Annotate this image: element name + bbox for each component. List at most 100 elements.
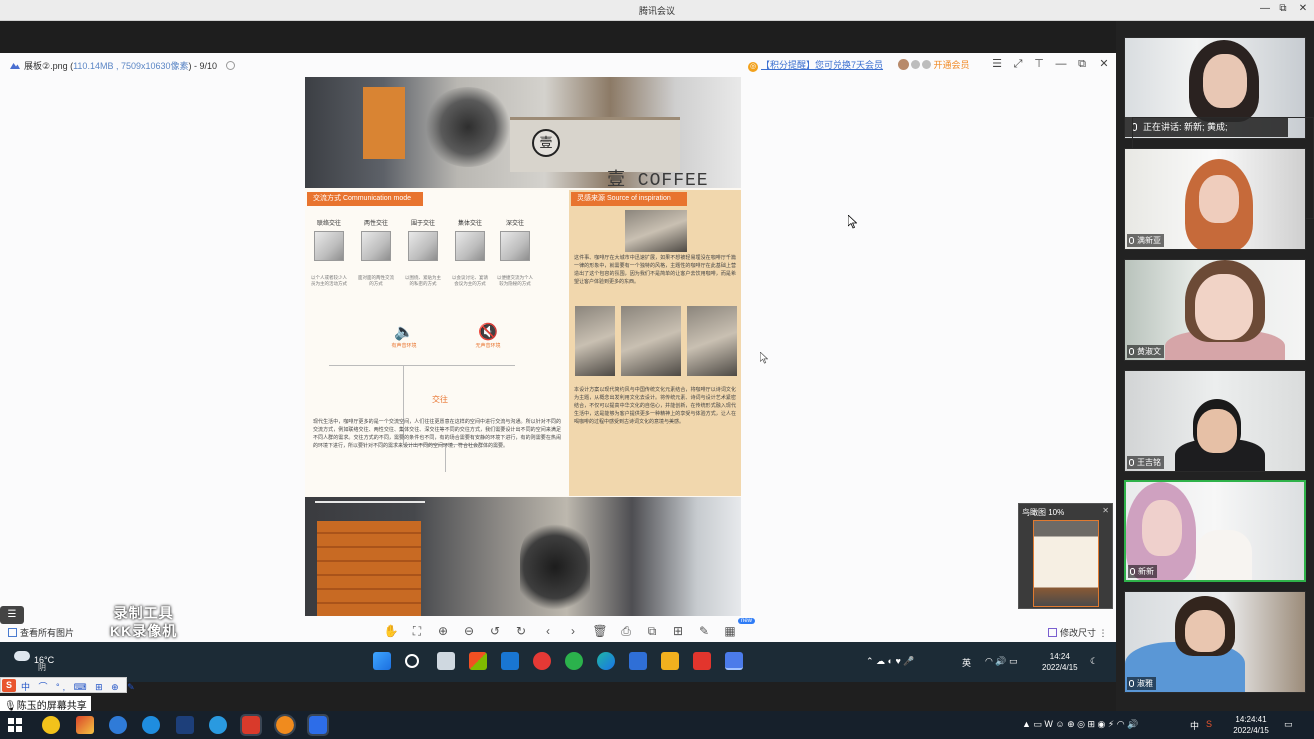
watermark-line2: KK录像机 — [110, 623, 178, 639]
viewer-minimize-button[interactable]: — — [1054, 57, 1068, 71]
zoom-in-icon[interactable]: ⊕ — [435, 623, 451, 639]
zoom-out-icon[interactable]: ⊖ — [461, 623, 477, 639]
notification-icon[interactable]: ▭ — [1284, 719, 1293, 730]
host-ime-indicator[interactable]: 中 — [1190, 719, 1199, 732]
moon-icon[interactable]: ☾ — [1090, 656, 1098, 667]
inspiration-tag: 灵感来源 Source of inspiration — [571, 192, 687, 206]
app-icon[interactable] — [76, 716, 94, 734]
qq-icon[interactable] — [42, 716, 60, 734]
previous-icon[interactable]: ‹ — [540, 623, 556, 639]
inspiration-section: 灵感来源 Source of inspiration 这件事、咖啡厅在大城市中迅… — [569, 190, 741, 496]
fullscreen-icon[interactable]: ⤢ — [1011, 57, 1025, 71]
video-face — [1197, 409, 1237, 453]
mode-label: 深交往 — [505, 221, 524, 227]
mode-item: 深交往以便捷交流为个人较为隐秘的方式 — [495, 218, 535, 287]
tencent-meeting-icon[interactable] — [307, 714, 329, 736]
mode-desc: 以便捷交流为个人较为隐秘的方式 — [497, 275, 533, 286]
menu-icon[interactable]: ☰ — [990, 57, 1004, 71]
folder-icon[interactable] — [661, 652, 679, 670]
tray-icons[interactable]: ⌃ ☁ ◐ ♥ 🎤 — [866, 656, 915, 667]
mode-desc: 面对面的两性交流的方式 — [358, 275, 394, 286]
video-tile[interactable]: 满新亚 — [1124, 148, 1306, 250]
hand-tool-icon[interactable]: ✋ — [383, 623, 399, 639]
screen-root: 腾讯会议 — ⧉ ✕ 展板②.png (110.14MB , 7509x1063… — [0, 0, 1314, 739]
crop-icon[interactable]: ⛶ — [409, 623, 425, 639]
video-tile[interactable]: 淑雅 — [1124, 591, 1306, 693]
print-icon[interactable]: ⎙ — [618, 623, 634, 639]
thumbnail-close-icon[interactable]: ✕ — [1102, 506, 1109, 515]
ime-indicator[interactable]: 英 — [962, 656, 971, 669]
network-volume-icons[interactable]: ◠ 🔊 ▭ — [985, 656, 1018, 667]
shared-date: 2022/4/15 — [1042, 663, 1078, 672]
wps-icon[interactable] — [240, 714, 262, 736]
image-viewer-app-icon[interactable] — [725, 652, 743, 670]
video-tile[interactable]: 黄淑文 — [1124, 259, 1306, 361]
status-dot-icon — [922, 60, 931, 69]
rotate-right-icon[interactable]: ↻ — [513, 623, 529, 639]
host-sogou-icon[interactable]: S — [1206, 719, 1212, 729]
host-clock[interactable]: 14:24:41 2022/4/15 — [1226, 714, 1276, 736]
delete-icon[interactable]: 🗑 — [592, 623, 608, 639]
start-icon[interactable] — [373, 652, 391, 670]
wechat-icon[interactable] — [565, 652, 583, 670]
store-icon[interactable] — [469, 652, 487, 670]
recorder-icon[interactable] — [274, 714, 296, 736]
shared-clock[interactable]: 14:24 2022/4/15 — [1042, 651, 1078, 673]
sogou-browser-icon[interactable] — [109, 716, 127, 734]
ime-toolbar[interactable]: S 中 ⌒ °, ⌨ ⊞ ⊕ ✎ — [0, 677, 135, 693]
mic-icon — [1129, 348, 1134, 355]
coffee-logo: 壹 — [532, 129, 560, 157]
see-all-images-button[interactable]: 查看所有图片 — [8, 626, 74, 639]
participant-name: 淑雅 — [1127, 677, 1156, 690]
edit-icon[interactable]: ✎ — [696, 623, 712, 639]
coffee-sign: 壹 COFFEE — [607, 171, 709, 191]
ime-items: 中 ⌒ °, ⌨ ⊞ ⊕ ✎ — [21, 682, 138, 692]
ceiling-rings — [315, 501, 425, 515]
viewer-close-button[interactable]: ✕ — [1097, 57, 1111, 71]
meeting-title: 腾讯会议 — [638, 6, 675, 16]
restore-button[interactable]: ⧉ — [1276, 3, 1290, 14]
viewer-maximize-button[interactable]: ⧉ — [1075, 57, 1089, 71]
rotate-left-icon[interactable]: ↺ — [487, 623, 503, 639]
pin-icon[interactable]: ⊤ — [1032, 57, 1046, 71]
room-cube-icon — [500, 231, 530, 261]
new-badge: new — [738, 618, 756, 624]
r-app-icon[interactable] — [176, 716, 194, 734]
windows-start-icon[interactable] — [8, 718, 22, 732]
next-icon[interactable]: › — [565, 623, 581, 639]
watermark-line1: 录制工具 — [113, 605, 174, 621]
jiaowang-label: 交往 — [432, 395, 448, 404]
thumbnail-navigator[interactable]: 鸟瞰图 10% ✕ — [1018, 503, 1113, 609]
task-view-icon[interactable] — [437, 652, 455, 670]
mic-icon — [1129, 237, 1134, 244]
speaker-label: 无声音环境 — [475, 343, 501, 349]
mail-icon[interactable] — [501, 652, 519, 670]
close-button[interactable]: ✕ — [1296, 3, 1310, 14]
resize-button[interactable]: 修改尺寸 ⋮ — [1048, 626, 1108, 639]
apps-icon[interactable]: ▦ — [722, 623, 738, 639]
ie-icon[interactable] — [142, 716, 160, 734]
points-promo-link[interactable]: ◎ 【积分提醒】您可兑换7天会员 — [748, 58, 883, 72]
add-icon[interactable] — [225, 61, 235, 70]
video-tile[interactable]: 王吉铭 — [1124, 370, 1306, 472]
vip-button[interactable]: 开通会员 — [898, 58, 970, 71]
thumbnail-image[interactable] — [1033, 520, 1099, 607]
host-tray-icons[interactable]: ▲ ▭ W ☺ ⊕ ◎ ⊞ ◉ ⚡ ◠ 🔊 — [1022, 719, 1138, 730]
resize-icon — [1048, 628, 1057, 637]
video-tile-active-speaker[interactable]: 新新 — [1124, 480, 1306, 582]
speaking-indicator: 正在讲话: 新新; 黄成; — [1124, 117, 1314, 219]
interior-photo-bottom — [305, 497, 741, 616]
inspiration-photo — [575, 306, 615, 376]
ie-icon[interactable] — [209, 716, 227, 734]
photos-icon[interactable] — [629, 652, 647, 670]
file-info: 110.14MB , 7509x10630像素 — [73, 61, 189, 71]
netease-music-icon[interactable] — [533, 652, 551, 670]
minimize-button[interactable]: — — [1258, 3, 1272, 14]
weather-widget[interactable]: 16°C 阴 — [14, 651, 54, 672]
wps-icon[interactable] — [693, 652, 711, 670]
copy-icon[interactable]: ⧉ — [644, 623, 660, 639]
edge-icon[interactable] — [597, 652, 615, 670]
search-icon[interactable] — [405, 654, 419, 668]
compare-icon[interactable]: ⊞ — [670, 623, 686, 639]
participant-name-text: 新新 — [1138, 567, 1154, 576]
